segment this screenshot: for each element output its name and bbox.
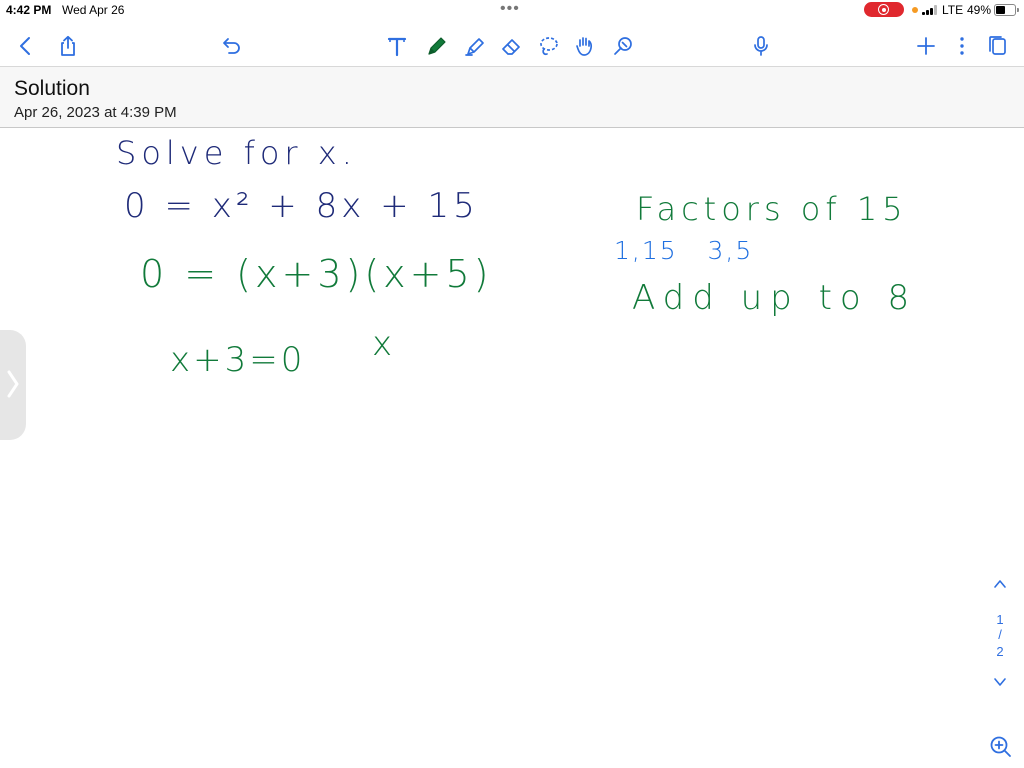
back-icon[interactable] [12, 32, 40, 60]
handwriting-factors-list: 1,15 3,5 [614, 236, 754, 265]
pen-icon[interactable] [423, 32, 451, 60]
note-canvas[interactable]: Solve for x. 0 = x² + 8x + 15 0 = (x+3)(… [0, 128, 1024, 768]
pencil-tip-icon[interactable] [609, 32, 637, 60]
status-time: 4:42 PM [6, 3, 52, 17]
previous-page-button[interactable] [986, 578, 1014, 593]
note-header: Solution Apr 26, 2023 at 4:39 PM [0, 67, 1024, 128]
microphone-indicator-icon [912, 7, 918, 13]
text-tool-icon[interactable] [383, 32, 411, 60]
eraser-icon[interactable] [497, 32, 525, 60]
handwriting-line-4: x+3=0 [170, 340, 306, 380]
handwriting-factors-title: Factors of 15 [636, 190, 908, 228]
microphone-icon[interactable] [747, 32, 775, 60]
multitasking-dots-icon[interactable]: ••• [500, 0, 520, 18]
next-page-button[interactable] [986, 676, 1014, 691]
handwriting-add-up: Add up to 8 [632, 278, 918, 318]
handwriting-line-4-x: x [372, 324, 393, 364]
note-date: Apr 26, 2023 at 4:39 PM [14, 104, 177, 121]
add-icon[interactable] [912, 32, 940, 60]
pages-icon[interactable] [984, 32, 1012, 60]
status-date: Wed Apr 26 [62, 3, 125, 17]
zoom-in-icon [990, 736, 1011, 757]
zoom-button[interactable] [988, 734, 1014, 760]
page-total: 2 [996, 644, 1004, 659]
handwriting-line-3: 0 = (x+3)(x+5) [140, 252, 493, 296]
more-icon[interactable] [948, 32, 976, 60]
hand-icon[interactable] [571, 32, 599, 60]
handwriting-line-2: 0 = x² + 8x + 15 [124, 186, 479, 226]
battery-icon [994, 4, 1019, 16]
battery-percent: 49% [967, 3, 992, 17]
highlighter-icon[interactable] [461, 32, 489, 60]
sidebar-toggle[interactable] [0, 330, 26, 440]
cell-signal-icon [922, 5, 938, 15]
status-bar: 4:42 PM Wed Apr 26 ••• LTE 49% [0, 0, 1024, 20]
network-type: LTE [942, 3, 964, 17]
screen-recording-icon[interactable] [864, 2, 904, 17]
chevron-right-icon [7, 370, 19, 398]
lasso-icon[interactable] [534, 32, 562, 60]
page-separator: / [998, 627, 1002, 642]
handwriting-line-1: Solve for x. [116, 134, 357, 172]
chevron-up-icon [994, 580, 1006, 588]
page-current: 1 [996, 612, 1004, 627]
notes-toolbar [0, 24, 1024, 67]
undo-icon[interactable] [218, 32, 246, 60]
chevron-down-icon [994, 678, 1006, 686]
note-title[interactable]: Solution [14, 77, 90, 101]
share-icon[interactable] [54, 32, 82, 60]
